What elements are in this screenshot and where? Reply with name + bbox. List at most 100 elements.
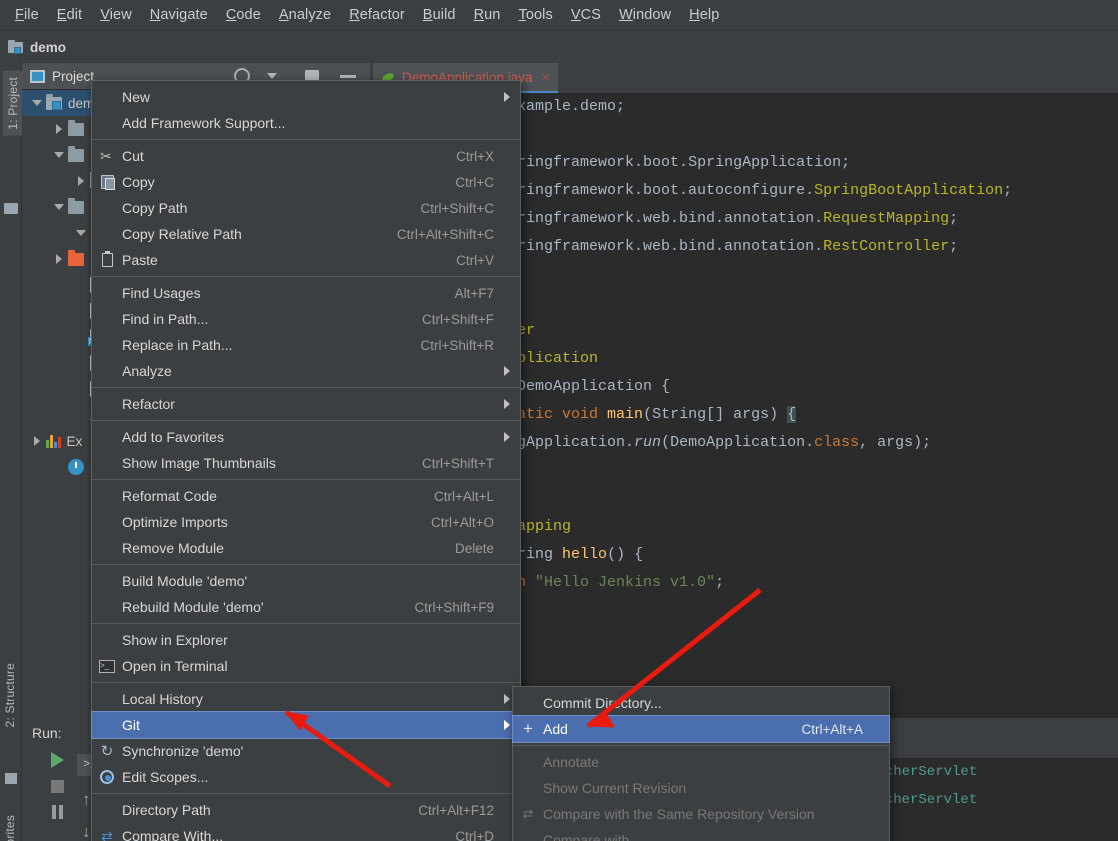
console-line: atcherServlet bbox=[868, 786, 1118, 814]
menu-item-shortcut: Ctrl+Alt+F12 bbox=[418, 803, 494, 818]
menu-item-label: Refactor bbox=[122, 396, 494, 412]
collapse-icon[interactable] bbox=[340, 75, 356, 78]
menu-item-label: Show in Explorer bbox=[122, 632, 494, 648]
run-icon[interactable] bbox=[51, 752, 64, 768]
git-submenu[interactable]: Commit Directory...+AddCtrl+Alt+A Annotat… bbox=[512, 686, 890, 841]
menu-item-label: Copy bbox=[122, 174, 433, 190]
context-menu-item-copy-path[interactable]: Copy PathCtrl+Shift+C bbox=[92, 195, 520, 221]
context-menu-item-reformat-code[interactable]: Reformat CodeCtrl+Alt+L bbox=[92, 483, 520, 509]
context-menu-item-edit-scopes[interactable]: Edit Scopes... bbox=[92, 764, 520, 790]
menu-item-shortcut: Ctrl+V bbox=[456, 253, 494, 268]
context-menu-item-add-framework-support[interactable]: Add Framework Support... bbox=[92, 110, 520, 136]
menu-item-shortcut: Delete bbox=[455, 541, 494, 556]
scope-icon bbox=[100, 770, 114, 784]
context-menu-item-show-image-thumbnails[interactable]: Show Image ThumbnailsCtrl+Shift+T bbox=[92, 450, 520, 476]
sidebar-item-favorites[interactable]: 2: Favorites bbox=[3, 815, 17, 841]
menu-item-label: Local History bbox=[122, 691, 494, 707]
context-menu-item-open-in-terminal[interactable]: >_Open in Terminal bbox=[92, 653, 520, 679]
chevron-down-icon[interactable] bbox=[72, 230, 90, 236]
chevron-down-icon[interactable] bbox=[267, 73, 277, 79]
run-toolbar bbox=[32, 752, 82, 819]
menu-item-label: Replace in Path... bbox=[122, 337, 398, 353]
structure-strip-icon bbox=[5, 773, 17, 784]
menubar-item-refactor[interactable]: Refactor bbox=[340, 3, 414, 27]
navigation-bar: demo bbox=[0, 31, 1118, 63]
context-menu-item-find-usages[interactable]: Find UsagesAlt+F7 bbox=[92, 280, 520, 306]
menubar-item-edit[interactable]: Edit bbox=[48, 3, 91, 27]
stop-icon[interactable] bbox=[51, 780, 64, 793]
terminal-icon: >_ bbox=[99, 660, 115, 673]
git-menu-item-add[interactable]: +AddCtrl+Alt+A bbox=[513, 716, 889, 742]
menubar-item-window[interactable]: Window bbox=[610, 3, 680, 27]
context-menu-item-local-history[interactable]: Local History bbox=[92, 686, 520, 712]
close-icon[interactable]: × bbox=[542, 69, 550, 85]
menubar-item-view[interactable]: View bbox=[91, 3, 141, 27]
context-menu-item-copy[interactable]: CopyCtrl+C bbox=[92, 169, 520, 195]
menubar-item-navigate[interactable]: Navigate bbox=[141, 3, 217, 27]
menu-item-shortcut: Ctrl+Shift+T bbox=[422, 456, 494, 471]
menubar-item-vcs[interactable]: VCS bbox=[562, 3, 610, 27]
down-arrow-icon[interactable]: ↓ bbox=[82, 822, 91, 841]
scratches-clock-icon bbox=[68, 459, 84, 475]
chevron-down-icon[interactable] bbox=[50, 204, 68, 210]
breadcrumb-project[interactable]: demo bbox=[30, 40, 66, 55]
context-menu-item-directory-path[interactable]: Directory PathCtrl+Alt+F12 bbox=[92, 797, 520, 823]
context-menu-item-remove-module[interactable]: Remove ModuleDelete bbox=[92, 535, 520, 561]
menu-item-label: Edit Scopes... bbox=[122, 769, 494, 785]
folder-icon bbox=[68, 123, 84, 136]
context-menu-item-replace-in-path[interactable]: Replace in Path... Ctrl+Shift+R bbox=[92, 332, 520, 358]
context-menu-item-compare-with[interactable]: ⇄Compare With...Ctrl+D bbox=[92, 823, 520, 841]
project-context-menu[interactable]: NewAdd Framework Support...✂CutCtrl+XCop… bbox=[91, 80, 521, 841]
run-panel-header: Run: bbox=[22, 718, 62, 748]
menubar-item-code[interactable]: Code bbox=[217, 3, 270, 27]
chevron-right-icon[interactable] bbox=[50, 124, 68, 134]
context-menu-item-copy-relative-path[interactable]: Copy Relative PathCtrl+Alt+Shift+C bbox=[92, 221, 520, 247]
context-menu-item-refactor[interactable]: Refactor bbox=[92, 391, 520, 417]
context-menu-item-build-module-demo[interactable]: Build Module 'demo' bbox=[92, 568, 520, 594]
menu-item-shortcut: Ctrl+Shift+C bbox=[420, 201, 494, 216]
git-menu-item-commit-directory[interactable]: Commit Directory... bbox=[513, 690, 889, 716]
menubar-item-run[interactable]: Run bbox=[465, 3, 510, 27]
menu-item-label: Annotate bbox=[543, 754, 863, 770]
menu-item-shortcut: Ctrl+Alt+L bbox=[434, 489, 494, 504]
chevron-right-icon[interactable] bbox=[50, 254, 68, 264]
menubar-item-tools[interactable]: Tools bbox=[509, 3, 561, 27]
menu-item-label: Copy Relative Path bbox=[122, 226, 375, 242]
copy-icon bbox=[101, 175, 114, 189]
menu-item-shortcut: Ctrl+Shift+R bbox=[420, 338, 494, 353]
menu-item-label: Show Current Revision bbox=[543, 780, 863, 796]
context-menu-item-synchronize-demo[interactable]: ↻Synchronize 'demo' bbox=[92, 738, 520, 764]
chevron-right-icon[interactable] bbox=[72, 176, 90, 186]
sidebar-item-structure[interactable]: 2: Structure bbox=[3, 663, 17, 727]
menu-item-icon: ⇄ bbox=[513, 806, 543, 822]
context-menu-item-rebuild-module-demo[interactable]: Rebuild Module 'demo'Ctrl+Shift+F9 bbox=[92, 594, 520, 620]
menubar-item-analyze[interactable]: Analyze bbox=[270, 3, 340, 27]
context-menu-item-cut[interactable]: ✂CutCtrl+X bbox=[92, 143, 520, 169]
context-menu-item-new[interactable]: New bbox=[92, 84, 520, 110]
context-menu-item-find-in-path[interactable]: Find in Path...Ctrl+Shift+F bbox=[92, 306, 520, 332]
context-menu-item-paste[interactable]: Paste Ctrl+V bbox=[92, 247, 520, 273]
menubar-item-help[interactable]: Help bbox=[680, 3, 728, 27]
pause-icon[interactable] bbox=[51, 805, 64, 819]
chevron-down-icon[interactable] bbox=[50, 152, 68, 158]
context-menu-item-add-to-favorites[interactable]: Add to Favorites bbox=[92, 424, 520, 450]
menu-item-label: Add Framework Support... bbox=[122, 115, 494, 131]
sidebar-item-project[interactable]: 1: Project bbox=[3, 71, 23, 136]
module-folder-icon bbox=[46, 97, 62, 110]
menubar-item-file[interactable]: File bbox=[6, 3, 48, 27]
context-menu-item-optimize-imports[interactable]: Optimize Imports Ctrl+Alt+O bbox=[92, 509, 520, 535]
menu-item-label: Optimize Imports bbox=[122, 514, 409, 530]
run-console-output[interactable]: atcherServletatcherServlet bbox=[860, 758, 1118, 841]
menu-item-label: New bbox=[122, 89, 494, 105]
context-menu-item-show-in-explorer[interactable]: Show in Explorer bbox=[92, 627, 520, 653]
up-arrow-icon[interactable]: ↑ bbox=[82, 790, 91, 810]
menu-item-shortcut: Ctrl+Alt+O bbox=[431, 515, 494, 530]
menubar-item-build[interactable]: Build bbox=[414, 3, 465, 27]
menu-separator bbox=[92, 479, 520, 480]
chevron-right-icon[interactable] bbox=[28, 436, 46, 446]
context-menu-item-analyze[interactable]: Analyze bbox=[92, 358, 520, 384]
context-menu-item-git[interactable]: Git bbox=[92, 712, 520, 738]
menu-item-label: Paste bbox=[122, 252, 434, 268]
chevron-down-icon[interactable] bbox=[28, 100, 46, 106]
sync-icon: ↻ bbox=[101, 742, 114, 760]
